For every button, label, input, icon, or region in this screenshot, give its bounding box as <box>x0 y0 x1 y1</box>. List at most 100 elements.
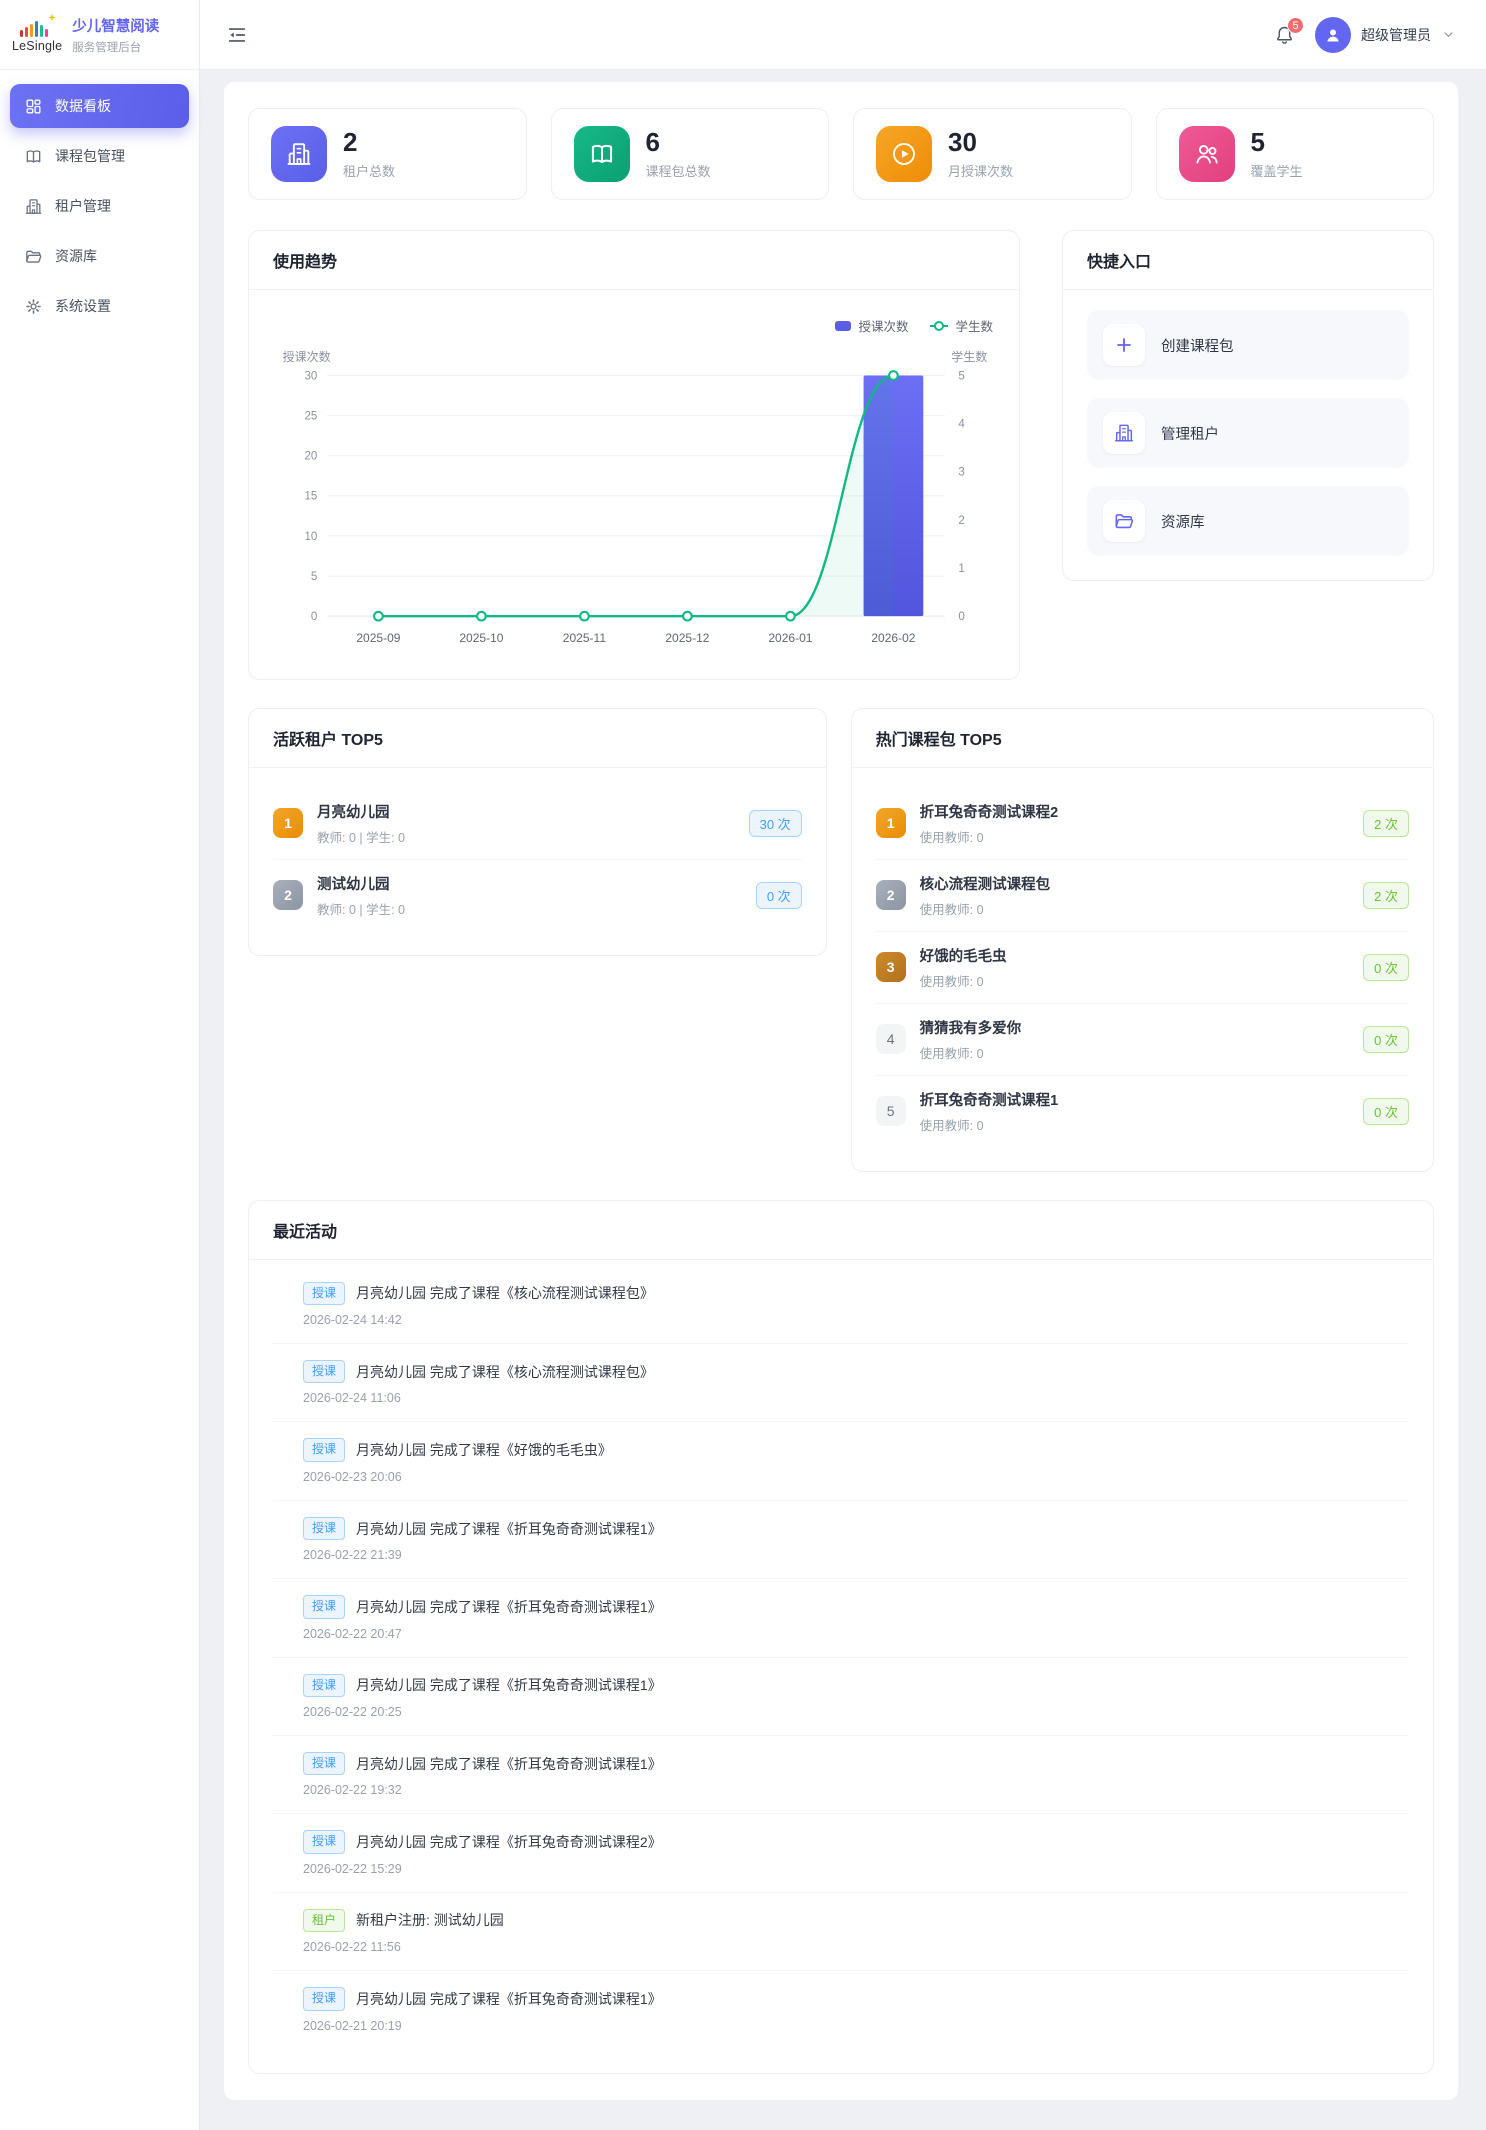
activity-time: 2026-02-22 11:56 <box>303 1940 1409 1954</box>
plus-icon <box>1103 324 1145 366</box>
user-menu[interactable]: 超级管理员 <box>1315 17 1456 53</box>
sparkle-icon <box>48 14 56 22</box>
quick-entry-label: 管理租户 <box>1161 423 1219 444</box>
legend-item-students[interactable]: 学生数 <box>930 316 993 335</box>
trend-chart[interactable]: 0510152025300123452025-092025-102025-112… <box>273 337 995 655</box>
dashboard-wrapper: 2 租户总数 6 课程包总数 <box>224 82 1458 2100</box>
svg-text:15: 15 <box>304 491 317 503</box>
app-layout: LeSingle 少儿智慧阅读 服务管理后台 数据看板 课程包管理 租户管理 <box>0 0 1486 2130</box>
stat-card-tenants: 2 租户总数 <box>248 108 527 200</box>
logo-text: LeSingle <box>12 39 62 53</box>
tenant-meta: 教师: 0 | 学生: 0 <box>317 827 735 846</box>
activity-text: 月亮幼儿园 完成了课程《核心流程测试课程包》 <box>356 1283 654 1303</box>
activity-time: 2026-02-22 19:32 <box>303 1783 1409 1797</box>
stat-label: 租户总数 <box>343 161 395 180</box>
chart-legend: 授课次数 学生数 <box>273 310 995 337</box>
activity-text: 月亮幼儿园 完成了课程《折耳兔奇奇测试课程1》 <box>356 1597 662 1617</box>
sidebar-item-settings[interactable]: 系统设置 <box>10 284 189 328</box>
rank-badge: 1 <box>876 808 906 838</box>
activity-type-badge: 授课 <box>303 1282 345 1305</box>
activity-time: 2026-02-21 20:19 <box>303 2019 1409 2033</box>
svg-text:2025-09: 2025-09 <box>356 631 400 645</box>
legend-item-lessons[interactable]: 授课次数 <box>835 316 908 335</box>
rank-badge: 2 <box>876 880 906 910</box>
svg-text:2026-02: 2026-02 <box>871 631 915 645</box>
sidebar-collapse-button[interactable] <box>226 24 248 46</box>
stat-label: 覆盖学生 <box>1251 161 1303 180</box>
sidebar: LeSingle 少儿智慧阅读 服务管理后台 数据看板 课程包管理 租户管理 <box>0 0 200 2130</box>
quick-entry-label: 创建课程包 <box>1161 335 1234 356</box>
activity-type-badge: 授课 <box>303 1517 345 1540</box>
package-name: 核心流程测试课程包 <box>920 873 1349 894</box>
package-name: 折耳兔奇奇测试课程2 <box>920 801 1349 822</box>
stat-value: 5 <box>1251 128 1303 157</box>
sidebar-item-dashboard[interactable]: 数据看板 <box>10 84 189 128</box>
app-subtitle: 服务管理后台 <box>72 39 159 55</box>
tenant-name: 月亮幼儿园 <box>317 801 735 822</box>
logo-block: LeSingle 少儿智慧阅读 服务管理后台 <box>0 0 199 70</box>
activity-type-badge: 授课 <box>303 1830 345 1853</box>
sidebar-item-tenants[interactable]: 租户管理 <box>10 184 189 228</box>
folder-icon <box>24 247 43 266</box>
card-title: 热门课程包 TOP5 <box>876 732 1002 749</box>
stat-value: 30 <box>948 128 1013 157</box>
package-name: 折耳兔奇奇测试课程1 <box>920 1089 1349 1110</box>
quick-entry-card: 快捷入口 创建课程包 管理租户 <box>1062 230 1434 581</box>
package-rank-row: 2 核心流程测试课程包 使用教师: 0 2 次 <box>876 860 1409 932</box>
package-meta: 使用教师: 0 <box>920 971 1349 990</box>
sidebar-item-label: 课程包管理 <box>55 146 125 166</box>
activity-row: 授课 月亮幼儿园 完成了课程《折耳兔奇奇测试课程1》 2026-02-22 20… <box>273 1579 1409 1657</box>
avatar <box>1315 17 1351 53</box>
package-name: 猜猜我有多爱你 <box>920 1017 1349 1038</box>
quick-entry-manage-tenants[interactable]: 管理租户 <box>1087 398 1409 468</box>
sidebar-nav: 数据看板 课程包管理 租户管理 资源库 系统设置 <box>0 70 199 348</box>
activity-time: 2026-02-24 14:42 <box>303 1313 1409 1327</box>
svg-text:2026-01: 2026-01 <box>768 631 812 645</box>
person-icon <box>1323 25 1343 45</box>
quick-entry-create-package[interactable]: 创建课程包 <box>1087 310 1409 380</box>
svg-text:2: 2 <box>958 515 964 527</box>
stat-label: 月授课次数 <box>948 161 1013 180</box>
card-header: 使用趋势 <box>249 231 1019 290</box>
activity-text: 月亮幼儿园 完成了课程《好饿的毛毛虫》 <box>356 1440 612 1460</box>
quick-entry-resources[interactable]: 资源库 <box>1087 486 1409 556</box>
svg-text:0: 0 <box>311 611 317 623</box>
svg-text:3: 3 <box>958 467 964 479</box>
svg-text:10: 10 <box>304 531 317 543</box>
activity-time: 2026-02-24 11:06 <box>303 1391 1409 1405</box>
app-title-block: 少儿智慧阅读 服务管理后台 <box>72 15 159 55</box>
main-column: 5 超级管理员 <box>200 0 1486 2130</box>
quick-entry-label: 资源库 <box>1161 511 1205 532</box>
activity-row: 授课 月亮幼儿园 完成了课程《核心流程测试课程包》 2026-02-24 11:… <box>273 1344 1409 1422</box>
rank-badge: 2 <box>273 880 303 910</box>
usage-count-pill: 0 次 <box>1363 1098 1409 1125</box>
package-meta: 使用教师: 0 <box>920 1115 1349 1134</box>
card-title: 最近活动 <box>273 1224 337 1241</box>
tenant-meta: 教师: 0 | 学生: 0 <box>317 899 742 918</box>
svg-text:4: 4 <box>958 418 965 430</box>
activity-row: 授课 月亮幼儿园 完成了课程《好饿的毛毛虫》 2026-02-23 20:06 <box>273 1422 1409 1500</box>
book-icon <box>24 147 43 166</box>
stat-value: 2 <box>343 128 395 157</box>
sidebar-item-label: 系统设置 <box>55 296 111 316</box>
sidebar-item-course-packages[interactable]: 课程包管理 <box>10 134 189 178</box>
activity-type-badge: 授课 <box>303 1674 345 1697</box>
svg-text:授课次数: 授课次数 <box>283 349 331 364</box>
sidebar-item-resources[interactable]: 资源库 <box>10 234 189 278</box>
package-rank-row: 1 折耳兔奇奇测试课程2 使用教师: 0 2 次 <box>876 788 1409 860</box>
rank-badge: 3 <box>876 952 906 982</box>
fold-icon <box>226 24 248 46</box>
svg-text:2025-11: 2025-11 <box>563 631 607 645</box>
activity-row: 授课 月亮幼儿园 完成了课程《折耳兔奇奇测试课程1》 2026-02-22 19… <box>273 1736 1409 1814</box>
package-rank-row: 3 好饿的毛毛虫 使用教师: 0 0 次 <box>876 932 1409 1004</box>
card-header: 最近活动 <box>249 1201 1433 1260</box>
card-title: 使用趋势 <box>273 254 337 271</box>
activity-time: 2026-02-22 20:47 <box>303 1627 1409 1641</box>
content-area: 2 租户总数 6 课程包总数 <box>200 70 1486 2130</box>
topbar: 5 超级管理员 <box>200 0 1486 70</box>
activity-text: 新租户注册: 测试幼儿园 <box>356 1910 504 1930</box>
card-title: 快捷入口 <box>1087 254 1151 271</box>
svg-text:2025-12: 2025-12 <box>665 631 709 645</box>
activity-text: 月亮幼儿园 完成了课程《折耳兔奇奇测试课程1》 <box>356 1989 662 2009</box>
notifications-button[interactable]: 5 <box>1274 24 1295 45</box>
